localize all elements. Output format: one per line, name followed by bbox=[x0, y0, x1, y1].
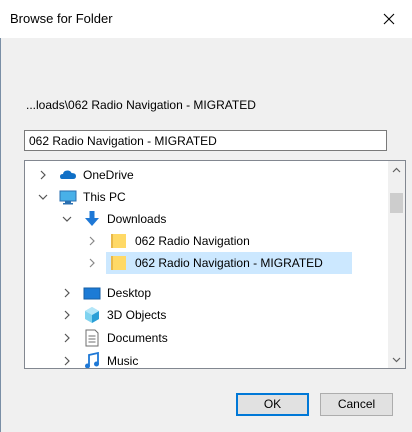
chevron-right-icon[interactable] bbox=[61, 286, 73, 300]
close-button[interactable] bbox=[366, 0, 412, 38]
cube-icon bbox=[85, 307, 99, 323]
folder-icon bbox=[111, 256, 126, 270]
tree-item-music[interactable]: Music bbox=[25, 350, 382, 368]
chevron-right-icon[interactable] bbox=[61, 354, 73, 368]
tree-item-this-pc[interactable]: This PC bbox=[25, 186, 382, 208]
tree-item-label: Documents bbox=[107, 331, 168, 345]
chevron-down-icon bbox=[392, 357, 401, 362]
scroll-up-button[interactable] bbox=[388, 161, 405, 178]
tree-item-label: 062 Radio Navigation - MIGRATED bbox=[135, 256, 323, 270]
tree-item-desktop[interactable]: Desktop bbox=[25, 282, 382, 304]
chevron-down-icon[interactable] bbox=[37, 190, 49, 204]
desktop-icon bbox=[83, 287, 101, 300]
tree-item-label: 062 Radio Navigation bbox=[135, 234, 250, 248]
chevron-right-icon[interactable] bbox=[61, 308, 73, 322]
cloud-icon bbox=[60, 170, 76, 179]
tree-item-onedrive[interactable]: OneDrive bbox=[25, 164, 382, 186]
chevron-right-icon[interactable] bbox=[86, 234, 98, 248]
folder-tree-rows: OneDrive This PC Downloads 062 Radio Nav… bbox=[25, 161, 382, 368]
folder-name-field[interactable]: 062 Radio Navigation - MIGRATED bbox=[24, 130, 387, 151]
tree-item-062-radio-navigation-migrated[interactable]: 062 Radio Navigation - MIGRATED bbox=[25, 252, 382, 274]
scroll-down-button[interactable] bbox=[388, 351, 405, 368]
ok-button[interactable]: OK bbox=[236, 393, 309, 416]
folder-icon bbox=[111, 234, 126, 248]
tree-vertical-scrollbar[interactable] bbox=[388, 161, 405, 368]
tree-item-documents[interactable]: Documents bbox=[25, 327, 382, 349]
tree-item-3d-objects[interactable]: 3D Objects bbox=[25, 304, 382, 326]
tree-item-label: Desktop bbox=[107, 286, 152, 300]
chevron-right-icon[interactable] bbox=[37, 168, 49, 182]
computer-icon bbox=[59, 190, 77, 205]
document-icon bbox=[85, 329, 99, 347]
chevron-up-icon bbox=[392, 167, 401, 172]
dialog-title: Browse for Folder bbox=[10, 11, 113, 26]
chevron-right-icon[interactable] bbox=[61, 331, 73, 345]
scrollbar-thumb[interactable] bbox=[390, 193, 403, 213]
tree-item-downloads[interactable]: Downloads bbox=[25, 208, 382, 230]
window-edge bbox=[0, 38, 1, 432]
download-arrow-icon bbox=[85, 211, 99, 226]
chevron-right-icon[interactable] bbox=[86, 256, 98, 270]
tree-item-label: 3D Objects bbox=[107, 308, 167, 322]
music-icon bbox=[85, 352, 99, 368]
close-icon bbox=[383, 13, 395, 25]
folder-tree[interactable]: OneDrive This PC Downloads 062 Radio Nav… bbox=[24, 160, 406, 369]
chevron-down-icon[interactable] bbox=[61, 212, 73, 226]
tree-item-label: Music bbox=[107, 354, 139, 368]
tree-item-062-radio-navigation[interactable]: 062 Radio Navigation bbox=[25, 230, 382, 252]
tree-item-label: Downloads bbox=[107, 212, 167, 226]
title-bar: Browse for Folder bbox=[0, 0, 412, 38]
tree-item-label: This PC bbox=[83, 190, 126, 204]
tree-item-label: OneDrive bbox=[83, 168, 134, 182]
current-path-label: ...loads\062 Radio Navigation - MIGRATED bbox=[26, 98, 256, 112]
cancel-button[interactable]: Cancel bbox=[320, 393, 393, 416]
